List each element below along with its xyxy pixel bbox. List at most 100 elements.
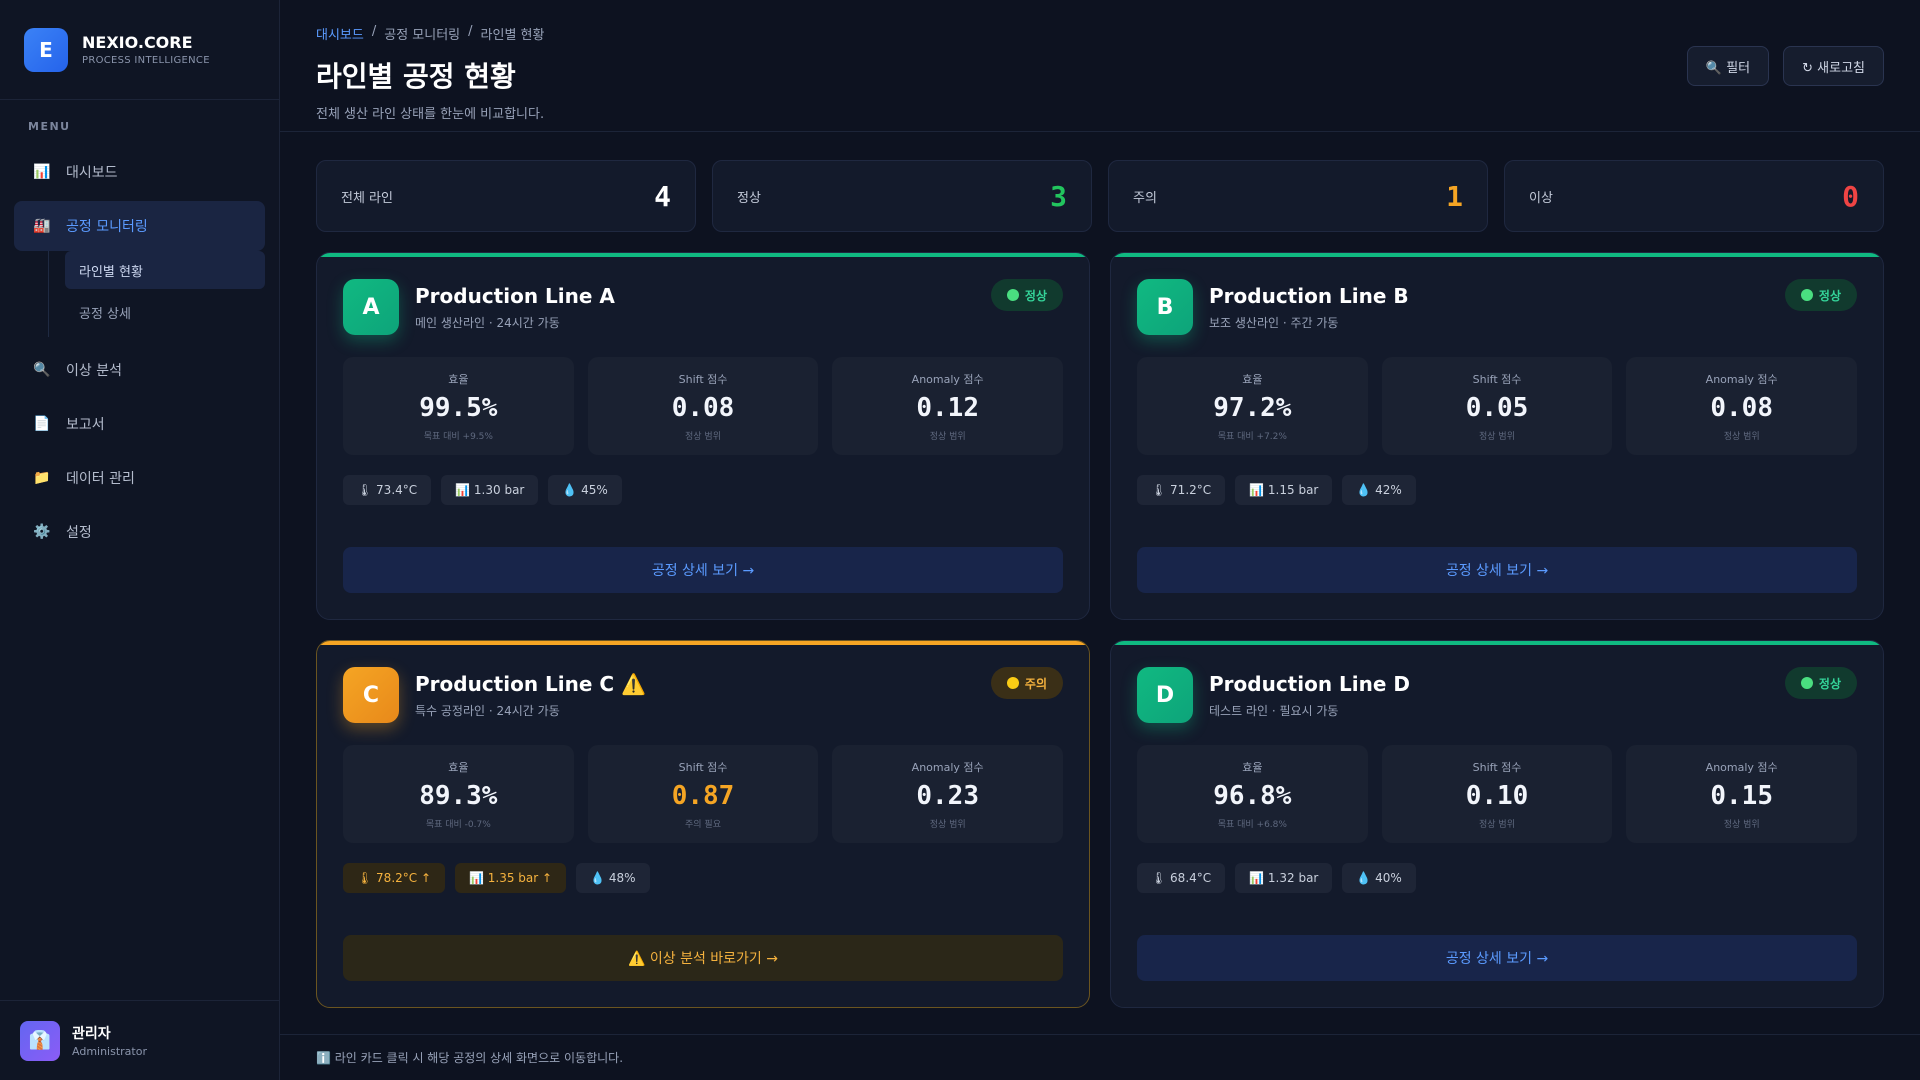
humidity-chip: 💧 42%	[1342, 475, 1416, 505]
metric-shift-score: Shift 점수 0.10 정상 범위	[1381, 745, 1613, 843]
metric-efficiency: 효율 89.3% 목표 대비 -0.7%	[343, 745, 574, 843]
filter-button[interactable]: 🔍 필터	[1686, 46, 1770, 86]
line-card-c[interactable]: C Production Line C ⚠️ 특수 공정라인 · 24시간 가동…	[316, 640, 1090, 1008]
card-header: B Production Line B 보조 생산라인 · 주간 가동	[1137, 279, 1857, 335]
stat-label: 정상	[737, 190, 761, 206]
pressure-chip: 📊 1.15 bar	[1235, 475, 1333, 505]
line-card-b[interactable]: B Production Line B 보조 생산라인 · 주간 가동 정상 효…	[1110, 252, 1884, 620]
process-detail-button[interactable]: 공정 상세 보기 →	[343, 547, 1063, 593]
breadcrumb-item-dashboard[interactable]: 대시보드	[316, 24, 364, 43]
document-icon: 📄	[33, 416, 51, 432]
metric-note: 정상 범위	[1723, 431, 1760, 442]
status-accent-bar	[1111, 641, 1883, 645]
pressure-chip: 📊 1.32 bar	[1235, 863, 1333, 893]
submenu-item-line-status[interactable]: 라인별 현황	[65, 251, 265, 289]
sidebar-item-label: 데이터 관리	[66, 471, 135, 487]
metric-anomaly-score: Anomaly 점수 0.15 정상 범위	[1626, 745, 1858, 843]
metric-label: Shift 점수	[678, 760, 728, 774]
metric-note: 정상 범위	[1479, 819, 1515, 830]
status-badge: 정상	[1784, 667, 1857, 699]
line-badge: D	[1137, 667, 1193, 723]
line-title: Production Line C ⚠️	[415, 671, 646, 696]
process-detail-button[interactable]: 공정 상세 보기 →	[1137, 935, 1857, 981]
breadcrumb-separator: /	[371, 24, 377, 39]
humidity-chip: 💧 48%	[576, 863, 650, 893]
metric-label: Shift 점수	[1472, 760, 1522, 774]
metric-note: 정상 범위	[929, 431, 966, 442]
sidebar-item-label: 이상 분석	[66, 363, 122, 379]
user-profile[interactable]: 👔 관리자 Administrator	[0, 1000, 280, 1080]
metric-value: 99.5%	[419, 392, 498, 423]
temperature-chip: 🌡 71.2°C	[1137, 475, 1226, 505]
metric-note: 목표 대비 +7.2%	[1217, 431, 1287, 442]
metrics: 효율 97.2% 목표 대비 +7.2% Shift 점수 0.05 정상 범위…	[1137, 357, 1858, 455]
metric-anomaly-score: Anomaly 점수 0.23 정상 범위	[832, 745, 1064, 843]
sensor-chips: 🌡 73.4°C 📊 1.30 bar 💧 45%	[343, 475, 1063, 505]
status-accent-bar	[1111, 253, 1883, 257]
line-card-a[interactable]: A Production Line A 메인 생산라인 · 24시간 가동 정상…	[316, 252, 1090, 620]
line-subtitle: 특수 공정라인 · 24시간 가동	[415, 703, 560, 718]
menu-label: MENU	[28, 120, 71, 133]
metric-shift-score: Shift 점수 0.08 정상 범위	[587, 357, 819, 455]
line-card-d[interactable]: D Production Line D 테스트 라인 · 필요시 가동 정상 효…	[1110, 640, 1884, 1008]
sidebar-item-anomaly-analysis[interactable]: 🔍 이상 분석	[14, 345, 265, 395]
sidebar-item-label: 설정	[66, 525, 92, 541]
sidebar-item-reports[interactable]: 📄 보고서	[14, 399, 265, 449]
metric-anomaly-score: Anomaly 점수 0.12 정상 범위	[832, 357, 1064, 455]
gear-icon: ⚙️	[33, 524, 51, 540]
metric-label: 효율	[448, 372, 469, 386]
submenu-item-process-detail[interactable]: 공정 상세	[65, 293, 265, 331]
breadcrumb-separator: /	[468, 24, 473, 39]
sidebar-item-label: 보고서	[66, 417, 105, 433]
card-header: C Production Line C ⚠️ 특수 공정라인 · 24시간 가동	[343, 667, 1063, 723]
header-actions: 🔍 필터 ↻ 새로고침	[1686, 46, 1884, 86]
metrics: 효율 89.3% 목표 대비 -0.7% Shift 점수 0.87 주의 필요…	[343, 745, 1064, 843]
sidebar-item-process-monitoring[interactable]: 🏭 공정 모니터링	[14, 201, 265, 251]
stat-card-anomaly: 이상 0	[1504, 160, 1884, 232]
line-title: Production Line B	[1209, 283, 1409, 308]
metric-efficiency: 효율 97.2% 목표 대비 +7.2%	[1137, 357, 1368, 455]
page-title: 라인별 공정 현황	[316, 60, 516, 93]
pressure-chip: 📊 1.30 bar	[441, 475, 539, 505]
metric-efficiency: 효율 96.8% 목표 대비 +6.8%	[1137, 745, 1368, 843]
user-role: Administrator	[72, 1045, 147, 1058]
bar-chart-icon: 📊	[33, 164, 51, 180]
process-detail-button[interactable]: 공정 상세 보기 →	[1137, 547, 1857, 593]
status-badge: 정상	[990, 279, 1063, 311]
status-label: 정상	[1024, 288, 1047, 303]
sidebar-item-settings[interactable]: ⚙️ 설정	[14, 507, 265, 557]
metric-label: Shift 점수	[1472, 372, 1522, 386]
metric-efficiency: 효율 99.5% 목표 대비 +9.5%	[343, 357, 574, 455]
status-label: 정상	[1818, 676, 1841, 691]
metric-value: 97.2%	[1213, 392, 1292, 423]
user-name: 관리자	[72, 1026, 111, 1042]
metric-value: 0.87	[671, 780, 735, 811]
metric-value: 0.12	[916, 392, 979, 423]
breadcrumb-item-monitoring[interactable]: 공정 모니터링	[384, 24, 460, 43]
card-header: A Production Line A 메인 생산라인 · 24시간 가동	[343, 279, 1063, 335]
search-icon: 🔍	[33, 362, 51, 378]
temperature-chip: 🌡 78.2°C ↑	[343, 863, 446, 893]
temperature-chip: 🌡 68.4°C	[1137, 863, 1226, 893]
sidebar: E NEXIO.CORE PROCESS INTELLIGENCE MENU 📊…	[0, 0, 280, 1080]
summary-stats: 전체 라인 4 정상 3 주의 1 이상 0	[316, 160, 1884, 232]
sidebar-item-data-management[interactable]: 📁 데이터 관리	[14, 453, 265, 503]
stat-value: 3	[1050, 179, 1067, 213]
stat-label: 주의	[1133, 190, 1157, 206]
metric-value: 0.23	[916, 780, 979, 811]
metric-note: 정상 범위	[685, 431, 721, 442]
sidebar-item-dashboard[interactable]: 📊 대시보드	[14, 147, 265, 197]
line-subtitle: 테스트 라인 · 필요시 가동	[1209, 703, 1339, 718]
metric-note: 목표 대비 +9.5%	[423, 431, 493, 442]
status-dot-icon	[1800, 289, 1813, 301]
metric-shift-score: Shift 점수 0.87 주의 필요	[587, 745, 819, 843]
metric-label: Shift 점수	[678, 372, 728, 386]
refresh-button[interactable]: ↻ 새로고침	[1783, 46, 1884, 86]
anomaly-analysis-button[interactable]: ⚠️ 이상 분석 바로가기 →	[343, 935, 1063, 981]
metric-value: 89.3%	[419, 780, 498, 811]
card-header: D Production Line D 테스트 라인 · 필요시 가동	[1137, 667, 1857, 723]
metric-note: 정상 범위	[929, 819, 966, 830]
metric-shift-score: Shift 점수 0.05 정상 범위	[1381, 357, 1613, 455]
brand[interactable]: E NEXIO.CORE PROCESS INTELLIGENCE	[0, 0, 279, 100]
status-badge: 주의	[990, 667, 1063, 699]
